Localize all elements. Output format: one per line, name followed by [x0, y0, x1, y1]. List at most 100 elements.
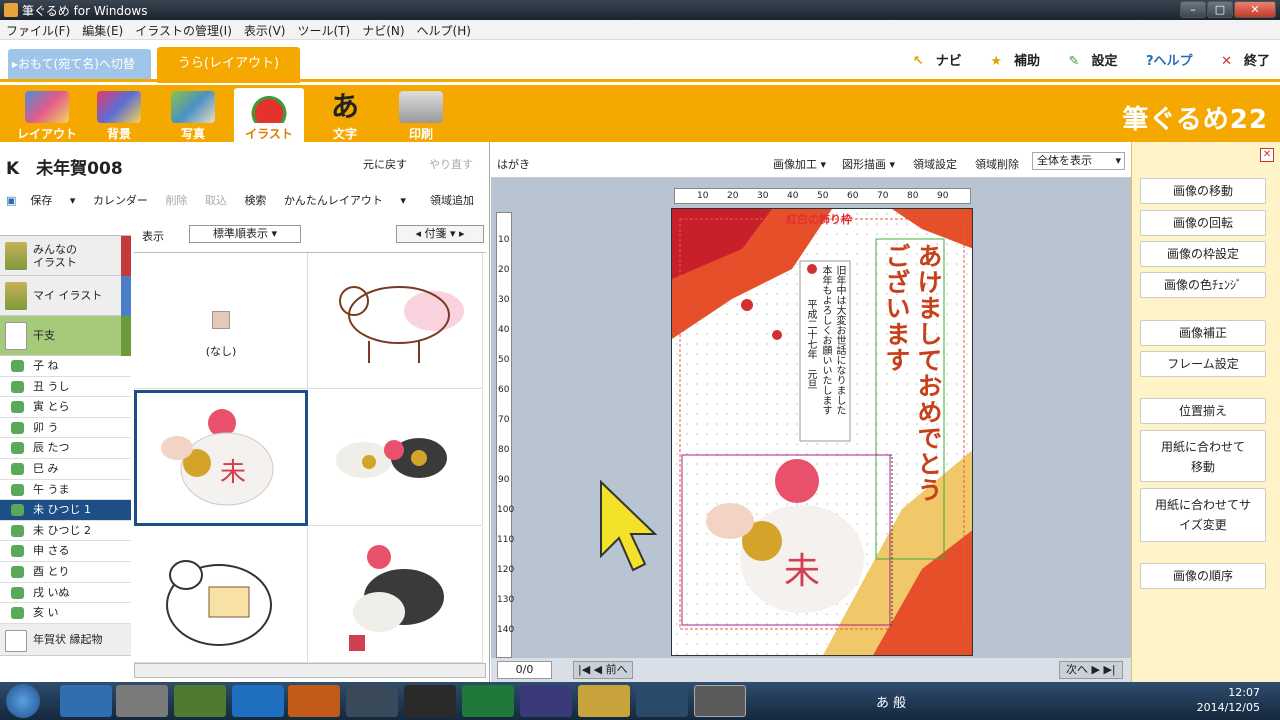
ie-taskbar-icon[interactable]: [232, 685, 284, 717]
gallery-item-selected[interactable]: 未: [134, 390, 308, 526]
list-item[interactable]: 寅 とら: [0, 397, 131, 418]
menu-edit[interactable]: 編集(E): [76, 20, 129, 41]
list-item-selected[interactable]: 未 ひつじ 1: [0, 500, 131, 521]
delete-button[interactable]: 削除: [165, 194, 187, 207]
sort-select[interactable]: 標準順表示 ▾: [189, 225, 301, 243]
list-item[interactable]: 辰 たつ: [0, 438, 131, 459]
layout-button[interactable]: レイアウト: [12, 88, 82, 142]
region-settings-button[interactable]: 領域設定: [913, 156, 957, 172]
undo-button[interactable]: 元に戻す: [363, 156, 407, 172]
gallery-item[interactable]: [134, 527, 308, 663]
hand-taskbar-icon[interactable]: [116, 685, 168, 717]
assist-link[interactable]: ★ 補助: [978, 54, 1040, 69]
list-item[interactable]: 未 ひつじ 2: [0, 521, 131, 542]
prev-page-button[interactable]: |◀ ◀ 前へ: [573, 661, 633, 679]
fit-move-button[interactable]: 用紙に合わせて移動: [1140, 430, 1266, 482]
system-clock[interactable]: 12:07 2014/12/05: [1197, 685, 1260, 715]
view-select[interactable]: 全体を表示 ▾: [1032, 152, 1125, 170]
list-item[interactable]: 酉 とり: [0, 562, 131, 583]
explorer-taskbar-icon[interactable]: [60, 685, 112, 717]
tab-front-switch[interactable]: ▸おもて(宛て名)へ切替: [8, 49, 151, 79]
image-process-menu[interactable]: 画像加工 ▾: [773, 156, 826, 172]
app-taskbar-icon[interactable]: [520, 685, 572, 717]
image-color-change-button[interactable]: 画像の色ﾁｪﾝｼﾞ: [1140, 272, 1266, 298]
category-mine[interactable]: マイ イラスト: [0, 276, 131, 316]
category-nenga[interactable]: 年賀状 縁起物: [0, 623, 131, 656]
postcard-canvas[interactable]: 紅白の飾り枠 あけましておめでとう ございます 旧年中は大変お世話になりました …: [671, 208, 973, 656]
media-player-taskbar-icon[interactable]: [288, 685, 340, 717]
help-link[interactable]: ?ヘルプ: [1134, 54, 1193, 69]
rotate-image-button[interactable]: 画像の回転: [1140, 210, 1266, 236]
photo-button[interactable]: 写真: [158, 88, 228, 142]
redo-button[interactable]: やり直す: [429, 156, 473, 172]
align-button[interactable]: 位置揃え: [1140, 398, 1266, 424]
audio-taskbar-icon[interactable]: [404, 685, 456, 717]
cursor-taskbar-icon[interactable]: [636, 685, 688, 717]
save-button[interactable]: ▣ 保存 ▾: [6, 194, 75, 207]
list-item[interactable]: 子 ね: [0, 356, 131, 377]
image-correction-button[interactable]: 画像補正: [1140, 320, 1266, 346]
date-line[interactable]: 平成二十七年 元旦: [803, 299, 818, 389]
next-page-button[interactable]: 次へ ▶ ▶|: [1059, 661, 1123, 679]
list-item[interactable]: 午 うま: [0, 480, 131, 501]
media-taskbar-icon[interactable]: [174, 685, 226, 717]
greeting-line1[interactable]: あけましておめでとう: [910, 243, 946, 503]
fudegurume-taskbar-icon[interactable]: [694, 685, 746, 717]
maximize-button[interactable]: □: [1207, 1, 1233, 18]
gallery-item[interactable]: [309, 527, 483, 663]
add-region-button[interactable]: 領域追加: [430, 192, 474, 208]
print-button[interactable]: 印刷: [386, 88, 456, 142]
calendar-button[interactable]: カレンダー: [93, 194, 148, 207]
settings-link[interactable]: ✎ 設定: [1057, 54, 1118, 69]
search-button[interactable]: 検索: [244, 194, 266, 207]
item-label: 寅 とら: [33, 400, 70, 414]
move-image-button[interactable]: 画像の移動: [1140, 178, 1266, 204]
menu-navi[interactable]: ナビ(N): [356, 20, 410, 41]
easy-layout-button[interactable]: かんたんレイアウト ▾: [284, 194, 406, 207]
frame-settings-button[interactable]: フレーム設定: [1140, 351, 1266, 377]
close-button[interactable]: ✕: [1234, 1, 1276, 18]
menu-illustration-manage[interactable]: イラストの管理(I): [129, 20, 238, 41]
category-everyone[interactable]: みんなの イラスト: [0, 236, 131, 276]
recorder-taskbar-icon[interactable]: [346, 685, 398, 717]
folder-taskbar-icon[interactable]: [578, 685, 630, 717]
excel-taskbar-icon[interactable]: [462, 685, 514, 717]
fit-resize-button[interactable]: 用紙に合わせてサイズ変更: [1140, 488, 1266, 542]
text-button[interactable]: あ 文字: [310, 88, 380, 142]
background-button[interactable]: 背景: [84, 88, 154, 142]
menu-view[interactable]: 表示(V): [238, 20, 292, 41]
list-item[interactable]: 亥 い: [0, 603, 131, 624]
ime-indicator[interactable]: あ 般: [876, 692, 906, 711]
list-item[interactable]: 丑 うし: [0, 377, 131, 398]
list-item[interactable]: 申 さる: [0, 541, 131, 562]
gallery-horizontal-scrollbar[interactable]: [134, 663, 486, 678]
close-panel-icon[interactable]: ✕: [1260, 148, 1274, 162]
gallery-item[interactable]: [309, 253, 483, 389]
gallery-item[interactable]: [309, 390, 483, 526]
menu-help[interactable]: ヘルプ(H): [411, 20, 477, 41]
minimize-button[interactable]: –: [1180, 1, 1206, 18]
import-button[interactable]: 取込: [205, 194, 227, 207]
image-frame-button[interactable]: 画像の枠設定: [1140, 241, 1266, 267]
category-eto[interactable]: 干支: [0, 316, 131, 356]
ruler-tick: 30: [757, 191, 769, 201]
start-button-icon[interactable]: [6, 684, 40, 718]
list-item[interactable]: 戌 いぬ: [0, 583, 131, 604]
greeting-line2[interactable]: ございます: [878, 243, 914, 373]
hagaki-label: はがき: [497, 158, 530, 171]
region-delete-button[interactable]: 領域削除: [975, 156, 1019, 172]
image-order-button[interactable]: 画像の順序: [1140, 563, 1266, 589]
exit-link[interactable]: ✕ 終了: [1209, 54, 1270, 69]
message-line2[interactable]: 本年もよろしくお願いいたします: [818, 265, 833, 415]
message-line1[interactable]: 旧年中は大変お世話になりました: [832, 265, 847, 415]
gallery-item-none[interactable]: (なし): [134, 253, 308, 389]
menu-file[interactable]: ファイル(F): [0, 20, 76, 41]
tag-select[interactable]: ◂ 付箋 ▾ ▸: [396, 225, 484, 243]
shape-draw-menu[interactable]: 図形描画 ▾: [842, 156, 895, 172]
tab-back-layout[interactable]: うら(レイアウト): [157, 47, 300, 83]
list-item[interactable]: 巳 み: [0, 459, 131, 480]
illustration-button[interactable]: イラスト: [234, 88, 304, 142]
list-item[interactable]: 卯 う: [0, 418, 131, 439]
navi-link[interactable]: ↖ ナビ: [901, 54, 962, 69]
menu-tools[interactable]: ツール(T): [291, 20, 356, 41]
